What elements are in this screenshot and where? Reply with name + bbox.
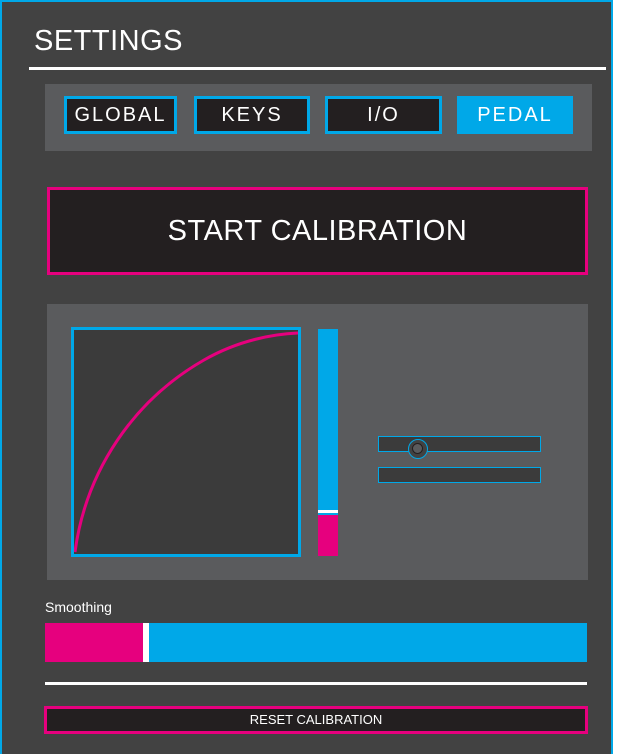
- reset-calibration-button[interactable]: RESET CALIBRATION: [44, 706, 588, 734]
- settings-panel: SETTINGS GLOBAL KEYS I/O PEDAL START CAL…: [0, 0, 613, 754]
- start-calibration-button[interactable]: START CALIBRATION: [47, 187, 588, 275]
- slider-knob-inner: [411, 443, 423, 454]
- smoothing-thumb[interactable]: [142, 623, 149, 662]
- smoothing-label: Smoothing: [45, 599, 112, 615]
- response-curve-line: [74, 331, 298, 553]
- pedal-curve-area: [47, 304, 588, 580]
- pedal-level-meter: [318, 329, 338, 556]
- tab-keys[interactable]: KEYS: [194, 96, 310, 134]
- curve-slider-a[interactable]: [378, 436, 541, 459]
- page-title: SETTINGS: [34, 25, 184, 57]
- smoothing-fill: [45, 623, 143, 662]
- curve-slider-b[interactable]: [378, 467, 541, 483]
- pedal-level-marker: [318, 509, 338, 513]
- tab-bar: GLOBAL KEYS I/O PEDAL: [45, 84, 592, 151]
- bottom-divider: [45, 682, 587, 685]
- tab-io[interactable]: I/O: [325, 96, 442, 134]
- title-divider: [29, 67, 606, 70]
- curve-graph-icon: [74, 331, 298, 553]
- response-curve-graph[interactable]: [71, 327, 301, 557]
- tab-pedal[interactable]: PEDAL: [457, 96, 573, 134]
- smoothing-slider[interactable]: [45, 623, 587, 662]
- tab-global[interactable]: GLOBAL: [64, 96, 177, 134]
- pedal-level-fill: [318, 515, 338, 556]
- circle-knob-icon[interactable]: [407, 439, 428, 459]
